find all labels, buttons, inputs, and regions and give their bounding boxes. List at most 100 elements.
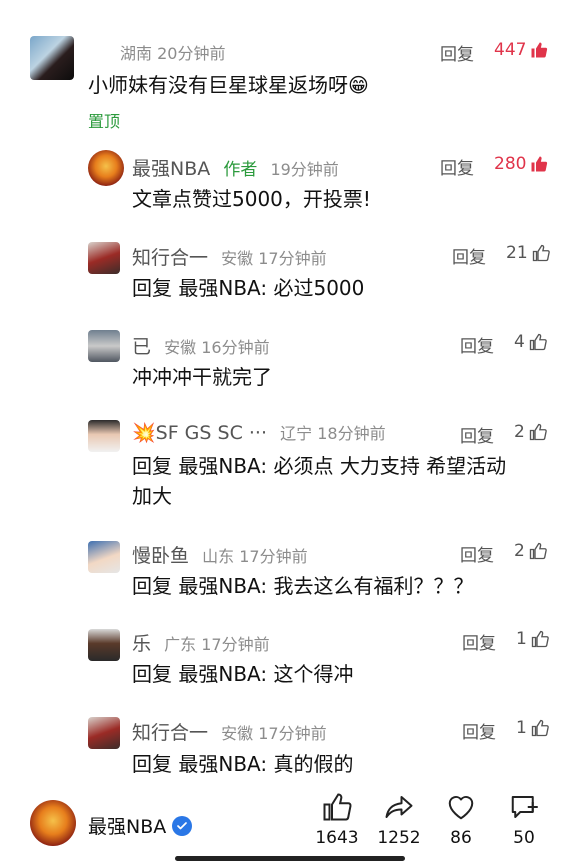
verified-icon	[172, 815, 193, 836]
comment-meta: 💥SF GS SC ··· 辽宁 18分钟前	[132, 420, 386, 444]
reply-button[interactable]: 回复	[460, 541, 494, 566]
avatar[interactable]	[88, 330, 120, 362]
timestamp: 17分钟前	[258, 249, 327, 268]
timestamp: 18分钟前	[317, 424, 386, 443]
location: 辽宁	[280, 424, 313, 443]
like-button[interactable]: 280	[494, 154, 548, 174]
author-badge: 作者	[223, 160, 258, 180]
timestamp: 19分钟前	[270, 160, 339, 179]
reply-button[interactable]: 回复	[462, 718, 496, 743]
account-name: 最强NBA	[88, 816, 167, 838]
like-button[interactable]: 447	[494, 40, 548, 60]
reply-prefix: 回复	[132, 454, 179, 478]
commenter-name[interactable]: 已	[132, 336, 151, 358]
comment-action[interactable]: 50	[494, 792, 554, 848]
account-avatar[interactable]	[30, 800, 76, 846]
comment-meta: 最强NBA 作者 19分钟前	[132, 154, 339, 181]
comment-text: 回复 最强NBA: 真的假的	[132, 749, 353, 779]
comment-item: 最强NBA 作者 19分钟前 回复 280 文章点赞过5000，开投票!	[0, 140, 580, 230]
bottom-action-bar: 最强NBA 1643 1252 86 50	[0, 778, 580, 864]
thumb-up-icon	[323, 793, 352, 821]
commenter-name[interactable]: 知行合一	[132, 722, 208, 744]
avatar[interactable]	[88, 150, 124, 186]
like-action[interactable]: 1643	[307, 792, 367, 848]
timestamp: 17分钟前	[258, 724, 327, 743]
avatar[interactable]	[88, 420, 120, 452]
timestamp: 20分钟前	[157, 44, 226, 63]
like-count: 2	[514, 541, 525, 561]
comment-meta: 湖南 20分钟前	[120, 40, 225, 64]
comment-text: 回复 最强NBA: 我去这么有福利？？？	[132, 571, 473, 601]
like-button[interactable]: 4	[514, 332, 547, 352]
reply-target[interactable]: 最强NBA	[178, 752, 260, 776]
location: 安徽	[221, 249, 254, 268]
share-action[interactable]: 1252	[369, 792, 429, 848]
location: 广东	[164, 635, 197, 654]
timestamp: 16分钟前	[201, 338, 270, 357]
thumb-up-icon	[529, 333, 547, 351]
like-button[interactable]: 2	[514, 422, 547, 442]
reply-prefix: 回复	[132, 752, 179, 776]
comment-text: 回复 最强NBA: 必须点 大力支持 希望活动 加大	[132, 451, 552, 511]
comment-add-icon	[511, 796, 538, 818]
commenter-name[interactable]: 乐	[132, 633, 151, 655]
account-info[interactable]: 最强NBA	[88, 812, 193, 839]
reply-button[interactable]: 回复	[462, 629, 496, 654]
comment-text: 文章点赞过5000，开投票!	[132, 187, 371, 211]
reply-prefix: 回复	[132, 574, 179, 598]
comment-meta: 乐 广东 17分钟前	[132, 629, 270, 656]
commenter-name[interactable]: 知行合一	[132, 247, 208, 269]
favorite-action[interactable]: 86	[431, 792, 491, 848]
avatar[interactable]	[88, 541, 120, 573]
thumb-up-filled-icon	[531, 156, 548, 172]
reply-button[interactable]: 回复	[460, 422, 494, 447]
reply-button[interactable]: 回复	[440, 40, 474, 65]
like-count: 4	[514, 332, 525, 352]
share-count: 1252	[377, 828, 421, 848]
comment-text: 冲冲冲干就完了	[132, 365, 272, 389]
like-count: 447	[494, 40, 527, 60]
timestamp: 17分钟前	[239, 547, 308, 566]
comment-item: 💥SF GS SC ··· 辽宁 18分钟前 回复 2 回复 最强NBA: 必须…	[0, 410, 580, 535]
comment-text: 小师妹有没有巨星球星返场呀😁	[88, 73, 369, 97]
commenter-name[interactable]: 💥SF GS SC ···	[132, 422, 267, 444]
comment-item: 慢卧鱼 山东 17分钟前 回复 2 回复 最强NBA: 我去这么有福利？？？	[0, 535, 580, 625]
like-count: 280	[494, 154, 527, 174]
like-count: 1643	[315, 828, 359, 848]
home-indicator[interactable]	[175, 856, 405, 861]
like-button[interactable]: 2	[514, 541, 547, 561]
favorite-count: 86	[450, 828, 472, 848]
location: 山东	[202, 547, 235, 566]
like-button[interactable]: 21	[506, 243, 550, 263]
like-button[interactable]: 1	[516, 629, 549, 649]
thumb-up-icon	[531, 630, 549, 648]
avatar[interactable]	[88, 242, 120, 274]
like-count: 1	[516, 718, 527, 738]
reply-target[interactable]: 最强NBA	[178, 574, 260, 598]
comment-meta: 知行合一 安徽 17分钟前	[132, 718, 327, 745]
reply-target[interactable]: 最强NBA	[178, 454, 260, 478]
avatar[interactable]	[88, 629, 120, 661]
reply-target[interactable]: 最强NBA	[178, 276, 260, 300]
avatar[interactable]	[30, 36, 74, 80]
comment-text: 回复 最强NBA: 这个得冲	[132, 659, 353, 689]
like-count: 21	[506, 243, 528, 263]
location: 安徽	[164, 338, 197, 357]
thumb-up-icon	[529, 542, 547, 560]
comment-item: 乐 广东 17分钟前 回复 1 回复 最强NBA: 这个得冲	[0, 625, 580, 715]
reply-button[interactable]: 回复	[452, 243, 486, 268]
comment-meta: 知行合一 安徽 17分钟前	[132, 243, 327, 270]
reply-button[interactable]: 回复	[460, 332, 494, 357]
location: 安徽	[221, 724, 254, 743]
comment-meta: 慢卧鱼 山东 17分钟前	[132, 541, 308, 568]
timestamp: 17分钟前	[201, 635, 270, 654]
heart-icon	[448, 796, 474, 820]
avatar[interactable]	[88, 717, 120, 749]
commenter-name[interactable]: 慢卧鱼	[132, 545, 189, 567]
reply-target[interactable]: 最强NBA	[178, 662, 260, 686]
reply-body: : 必须点 大力支持 希望活动	[260, 454, 507, 478]
reply-prefix: 回复	[132, 276, 179, 300]
commenter-name[interactable]: 最强NBA	[132, 158, 210, 180]
reply-button[interactable]: 回复	[440, 154, 474, 179]
like-button[interactable]: 1	[516, 718, 549, 738]
